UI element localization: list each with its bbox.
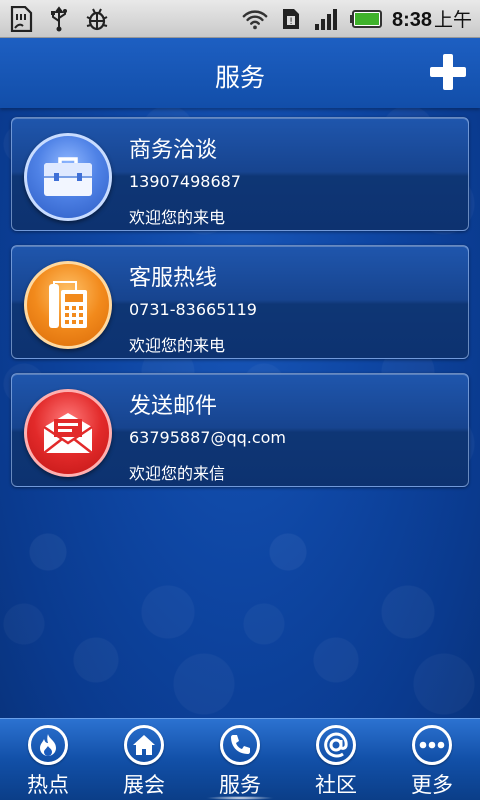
clock: 8:38 上午 — [391, 9, 472, 31]
card-title: 发送邮件 — [129, 394, 218, 419]
android-debug-icon — [84, 6, 110, 32]
email-address: 63795887@qq.com — [129, 428, 287, 447]
nav-label: 展会 — [123, 773, 165, 797]
add-button[interactable] — [428, 52, 468, 92]
card-title: 商务洽谈 — [129, 138, 218, 163]
home-icon — [124, 725, 164, 765]
service-card-business[interactable]: 商务洽谈 13907498687 欢迎您的来电 — [11, 117, 469, 231]
nav-label: 更多 — [411, 773, 453, 797]
bottom-nav: 热点 展会 服务 社区 更多 — [0, 718, 480, 800]
nav-label: 热点 — [27, 773, 69, 797]
card-subtitle: 欢迎您的来电 — [129, 336, 226, 355]
service-card-hotline[interactable]: 客服热线 0731-83665119 欢迎您的来电 — [11, 245, 469, 359]
card-subtitle: 欢迎您的来信 — [129, 464, 226, 483]
nav-label: 服务 — [219, 773, 261, 797]
telephone-icon — [24, 261, 112, 349]
mail-icon — [24, 389, 112, 477]
card-subtitle: 欢迎您的来电 — [129, 208, 226, 227]
tab-service[interactable]: 服务 — [192, 719, 288, 800]
sd-card-icon — [8, 5, 34, 32]
tab-hot[interactable]: 热点 — [0, 719, 96, 800]
tab-community[interactable]: 社区 — [288, 719, 384, 800]
phone-number: 0731-83665119 — [129, 300, 257, 319]
signal-icon — [314, 6, 340, 32]
title-bar: 服务 — [0, 38, 480, 108]
card-title: 客服热线 — [129, 266, 218, 291]
phone-icon — [220, 725, 260, 765]
status-bar: ! 8:38 上午 — [0, 0, 480, 38]
nav-label: 社区 — [315, 773, 357, 797]
sim-icon: ! — [278, 6, 304, 32]
wifi-icon — [242, 6, 268, 32]
tab-exhibition[interactable]: 展会 — [96, 719, 192, 800]
at-icon — [316, 725, 356, 765]
phone-number: 13907498687 — [129, 172, 241, 191]
svg-text:!: ! — [289, 17, 293, 27]
tab-more[interactable]: 更多 — [384, 719, 480, 800]
page-title: 服务 — [214, 63, 265, 92]
flame-icon — [28, 725, 68, 765]
battery-icon — [349, 6, 382, 32]
plus-icon — [430, 54, 466, 90]
more-icon — [412, 725, 452, 765]
briefcase-icon — [24, 133, 112, 221]
service-card-email[interactable]: 发送邮件 63795887@qq.com 欢迎您的来信 — [11, 373, 469, 487]
app-screen: ! 8:38 上午 服务 商务洽谈 13907498687 欢迎您的来电 客服热… — [0, 0, 480, 800]
usb-icon — [46, 5, 72, 32]
